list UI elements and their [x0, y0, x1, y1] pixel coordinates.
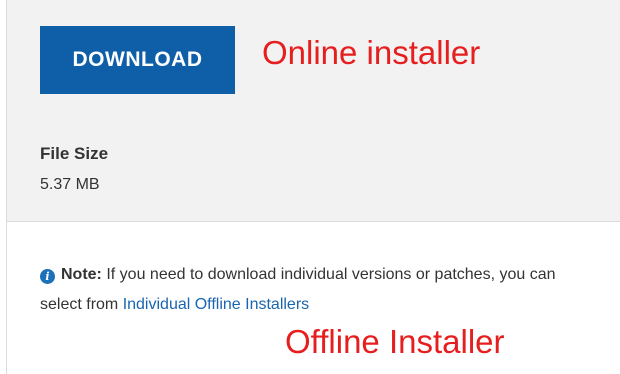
file-size-value: 5.37 MB	[40, 176, 100, 193]
individual-offline-installers-link[interactable]: Individual Offline Installers	[123, 296, 309, 313]
download-page: DOWNLOAD Online installer File Size 5.37…	[0, 0, 620, 374]
note-text: i Note: If you need to download individua…	[40, 260, 570, 320]
download-button[interactable]: DOWNLOAD	[40, 26, 235, 94]
info-icon: i	[40, 269, 55, 284]
file-size-label: File Size	[40, 144, 109, 163]
online-installer-annotation: Online installer	[262, 34, 481, 71]
offline-installer-annotation: Offline Installer	[285, 323, 505, 360]
note-label: Note:	[61, 266, 102, 283]
